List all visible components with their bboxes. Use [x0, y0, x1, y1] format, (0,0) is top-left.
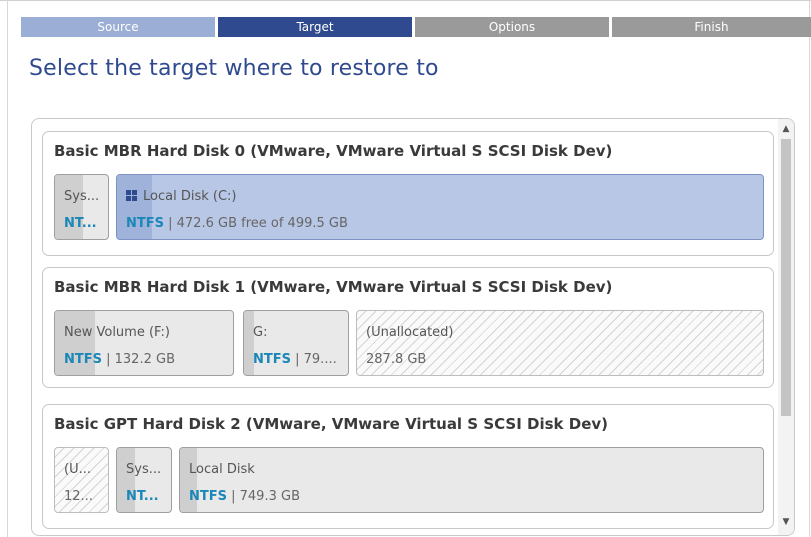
partition-g[interactable]: G: NTFS | 79.... [243, 310, 349, 376]
wizard-steps: Source Target Options Finish [21, 17, 811, 37]
partition-name: (U... [64, 462, 91, 477]
partition-fs: NTFS [126, 216, 164, 231]
partition-name: Local Disk (C:) [143, 189, 237, 204]
partition-size: | 472.6 GB free of 499.5 GB [164, 216, 348, 231]
partition-size: | 79.... [291, 352, 337, 367]
partition-name: Sys... [126, 462, 162, 477]
step-finish[interactable]: Finish [612, 17, 811, 37]
partition-system-reserved[interactable]: Sys... NT... [54, 174, 109, 240]
window-border-right [809, 0, 810, 537]
partition-info: NTFS | 132.2 GB [64, 352, 175, 367]
partition-name: Sys... [64, 189, 100, 204]
partition-local-disk-c[interactable]: Local Disk (C:) NTFS | 472.6 GB free of … [116, 174, 764, 240]
disk-list-panel: Basic MBR Hard Disk 0 (VMware, VMware Vi… [31, 118, 795, 536]
partition-unallocated[interactable]: (Unallocated) 287.8 GB [356, 310, 764, 376]
partition-info: NTFS | 749.3 GB [189, 489, 300, 504]
partition-new-volume-f[interactable]: New Volume (F:) NTFS | 132.2 GB [54, 310, 234, 376]
window-frame [0, 0, 811, 7]
partition-system-efi[interactable]: Sys... NT... [116, 447, 172, 513]
step-target[interactable]: Target [218, 17, 412, 37]
partition-fs: NT... [64, 216, 97, 231]
partition-name-row: Local Disk (C:) [126, 189, 236, 204]
partition-name: G: [253, 325, 268, 340]
partition-info: NT... [126, 489, 159, 504]
disk-title: Basic MBR Hard Disk 0 (VMware, VMware Vi… [54, 142, 613, 160]
partition-size: | 132.2 GB [102, 352, 175, 367]
partition-fs: NTFS [253, 352, 291, 367]
partition-fs: NTFS [189, 489, 227, 504]
partition-name: (Unallocated) [366, 325, 454, 340]
disk-card-0: Basic MBR Hard Disk 0 (VMware, VMware Vi… [42, 131, 774, 256]
partition-size: | 749.3 GB [227, 489, 300, 504]
scroll-up-icon[interactable]: ▲ [778, 122, 794, 136]
partition-unallocated-small[interactable]: (U... 12... [54, 447, 109, 513]
page-title: Select the target where to restore to [29, 56, 439, 81]
window-border-left [7, 0, 8, 537]
partition-size: 287.8 GB [366, 352, 427, 367]
partition-name: Local Disk [189, 462, 255, 477]
partition-info: NTFS | 472.6 GB free of 499.5 GB [126, 216, 348, 231]
disk-card-2: Basic GPT Hard Disk 2 (VMware, VMware Vi… [42, 404, 774, 529]
scroll-down-icon[interactable]: ▼ [778, 515, 794, 529]
vertical-scrollbar[interactable]: ▲ ▼ [778, 119, 794, 535]
partition-info: NT... [64, 216, 97, 231]
partition-name: New Volume (F:) [64, 325, 170, 340]
disk-title: Basic MBR Hard Disk 1 (VMware, VMware Vi… [54, 278, 613, 296]
windows-icon [126, 190, 137, 201]
step-source[interactable]: Source [21, 17, 215, 37]
step-options[interactable]: Options [415, 17, 609, 37]
disk-card-1: Basic MBR Hard Disk 1 (VMware, VMware Vi… [42, 267, 774, 388]
partition-fs: NT... [126, 489, 159, 504]
partition-info: NTFS | 79.... [253, 352, 337, 367]
disk-title: Basic GPT Hard Disk 2 (VMware, VMware Vi… [54, 415, 608, 433]
partition-local-disk[interactable]: Local Disk NTFS | 749.3 GB [179, 447, 764, 513]
scrollbar-thumb[interactable] [781, 139, 791, 416]
partition-size: 12... [64, 489, 93, 504]
partition-fs: NTFS [64, 352, 102, 367]
